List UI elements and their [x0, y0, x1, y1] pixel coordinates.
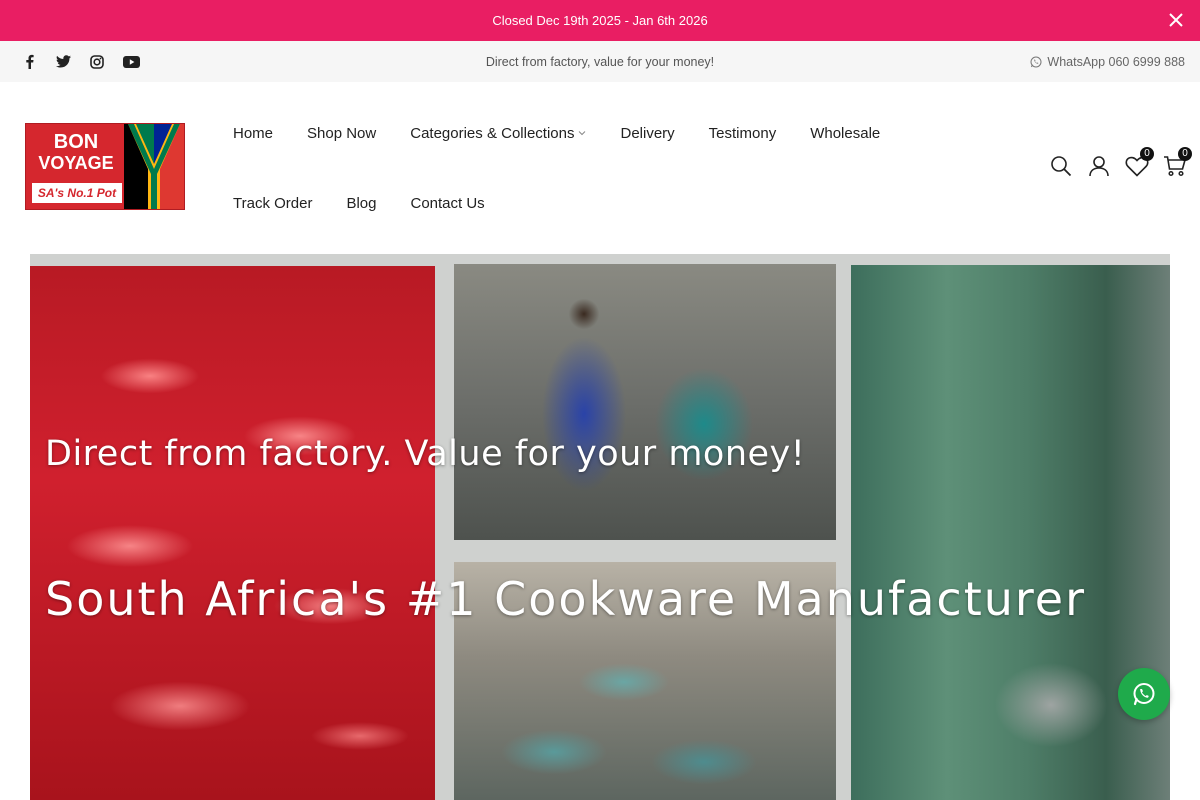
nav-item-testimony[interactable]: Testimony: [692, 125, 794, 142]
hero-image-factory-worker: [454, 264, 836, 540]
twitter-icon: [55, 55, 71, 68]
hero-image-red-moulds: [30, 266, 435, 800]
hero-headline: Direct from factory. Value for your mone…: [45, 434, 806, 474]
nav-item-categories-collections[interactable]: Categories & Collections: [393, 125, 603, 142]
logo-line-2: VOYAGE: [38, 153, 114, 173]
cart-count-badge: 0: [1178, 147, 1192, 161]
whatsapp-icon: [1030, 56, 1042, 67]
wishlist-count-badge: 0: [1140, 147, 1154, 161]
logo-line-1: BON: [53, 131, 99, 153]
instagram-link[interactable]: [80, 41, 114, 82]
close-icon: [1169, 13, 1183, 27]
search-icon: [1051, 156, 1072, 177]
whatsapp-icon: [1133, 683, 1155, 706]
nav-item-delivery[interactable]: Delivery: [603, 125, 691, 142]
youtube-icon: [122, 55, 140, 68]
twitter-link[interactable]: [46, 41, 80, 82]
nav-row-2: Track Order Blog Contact Us: [216, 168, 936, 238]
nav-item-blog[interactable]: Blog: [329, 195, 393, 212]
hero-image-press-machine: [851, 265, 1170, 800]
nav-row-1: Home Shop Now Categories & Collections D…: [216, 98, 936, 168]
announcement-text: Closed Dec 19th 2025 - Jan 6th 2026: [492, 13, 708, 28]
youtube-link[interactable]: [114, 41, 148, 82]
south-africa-flag-icon: [124, 124, 184, 209]
announcement-bar: Closed Dec 19th 2025 - Jan 6th 2026: [0, 0, 1200, 41]
logo-tagline: SA's No.1 Pot: [37, 186, 117, 200]
user-icon: [1089, 156, 1109, 177]
bon-voyage-logo[interactable]: BON VOYAGE SA's No.1 Pot: [25, 123, 185, 210]
hero-subheadline: South Africa's #1 Cookware Manufacturer: [45, 572, 1087, 626]
hero-banner[interactable]: Direct from factory. Value for your mone…: [30, 254, 1170, 800]
facebook-link[interactable]: [12, 41, 46, 82]
social-links: [12, 41, 148, 82]
facebook-icon: [25, 54, 34, 69]
chevron-down-icon: [579, 131, 586, 136]
whatsapp-contact-link[interactable]: WhatsApp 060 6999 888: [1030, 41, 1185, 82]
topbar-tagline: Direct from factory, value for your mone…: [485, 54, 715, 69]
whatsapp-number: WhatsApp 060 6999 888: [1047, 54, 1185, 69]
cart-button[interactable]: 0: [1162, 147, 1192, 179]
nav-item-home[interactable]: Home: [216, 125, 290, 142]
whatsapp-chat-button[interactable]: [1118, 668, 1170, 720]
wishlist-button[interactable]: 0: [1124, 147, 1154, 179]
nav-item-track-order[interactable]: Track Order: [216, 195, 329, 212]
site-header: BON VOYAGE SA's No.1 Pot Home Shop Now C…: [0, 82, 1200, 254]
top-info-bar: Direct from factory, value for your mone…: [0, 41, 1200, 82]
main-navigation: Home Shop Now Categories & Collections D…: [216, 98, 936, 238]
instagram-icon: [90, 54, 104, 69]
close-announcement-button[interactable]: [1166, 10, 1186, 30]
header-actions: 0 0: [1048, 147, 1192, 184]
account-button[interactable]: [1086, 153, 1112, 179]
nav-item-shop-now[interactable]: Shop Now: [290, 125, 393, 142]
search-button[interactable]: [1048, 153, 1074, 179]
nav-item-wholesale[interactable]: Wholesale: [793, 125, 897, 142]
nav-item-contact-us[interactable]: Contact Us: [393, 195, 501, 212]
